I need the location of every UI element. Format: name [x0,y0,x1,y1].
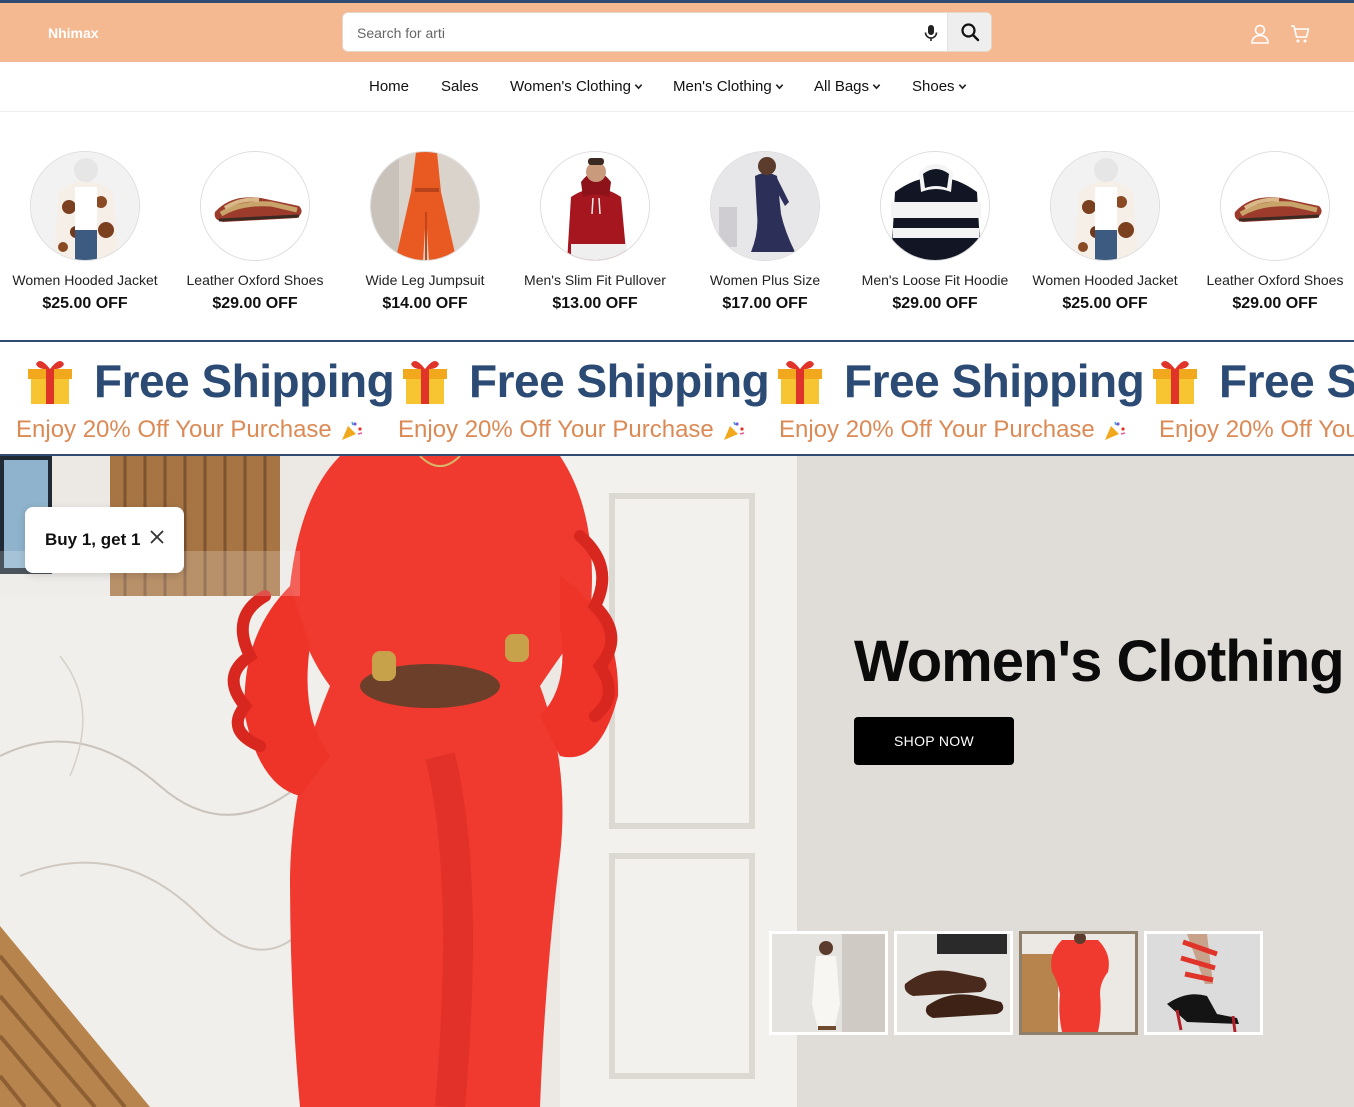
nav-womens-clothing[interactable]: Women's Clothing [510,78,643,95]
hero-thumbnail[interactable] [1144,931,1263,1035]
category-price: $29.00 OFF [892,295,978,312]
category-name: Wide Leg Jumpsuit [365,272,485,288]
promo-subtitle-text: Enjoy 20% Off Your Purchase [779,416,1095,443]
category-image[interactable] [370,151,480,261]
promo-unit: Free Shipping Enjoy 20% Off Your Purchas… [1141,342,1354,454]
nav-label: All Bags [814,78,870,95]
category-image[interactable] [880,151,990,261]
category-price: $25.00 OFF [1062,295,1148,312]
promo-unit: Free Shipping Enjoy 20% Off Your Purchas… [16,342,395,454]
category-item[interactable]: Women Hooded Jacket $25.00 OFF [1020,151,1190,313]
nav-label: Sales [441,78,479,95]
category-price: $17.00 OFF [722,295,808,312]
party-popper-icon [1104,421,1125,440]
party-popper-icon [341,421,362,440]
category-name: Men's Slim Fit Pullover [524,272,666,288]
promo-subtitle: Enjoy 20% Off Your Purchase [398,416,746,444]
promo-unit: Free Shipping Enjoy 20% Off Your Purchas… [391,342,770,454]
category-price: $14.00 OFF [382,295,468,312]
category-image[interactable] [30,151,140,261]
category-item[interactable]: Wide Leg Jumpsuit $14.00 OFF [340,151,510,313]
category-name: Leather Oxford Shoes [1206,272,1344,288]
category-image[interactable] [1050,151,1160,261]
gift-icon [1153,360,1197,404]
category-price: $25.00 OFF [42,295,128,312]
category-item[interactable]: Leather Oxford Shoes $29.00 OFF [170,151,340,313]
promo-marquee: Free Shipping Enjoy 20% Off Your Purchas… [0,340,1354,456]
category-item[interactable]: Women Hooded Jacket $25.00 OFF [0,151,170,313]
hero-thumbnail-active[interactable] [1019,931,1138,1035]
nav-label: Women's Clothing [510,78,631,95]
promo-unit: Free Shipping Enjoy 20% Off Your Purchas… [766,342,1145,454]
brand-logo[interactable]: Nhimax [48,25,99,41]
nav-label: Men's Clothing [673,78,772,95]
popup-text: Buy 1, get 1 [45,530,141,549]
search-button[interactable] [947,13,991,51]
promo-title: Free Shipping [844,355,1145,407]
nav-mens-clothing[interactable]: Men's Clothing [673,78,784,95]
category-item[interactable]: Men's Slim Fit Pullover $13.00 OFF [510,151,680,313]
nav-sales[interactable]: Sales [441,78,479,95]
category-item[interactable]: Leather Oxford Shoes $29.00 OFF [1190,151,1354,313]
party-popper-icon [723,421,744,440]
close-icon[interactable] [149,529,165,545]
hero-thumbnail[interactable] [769,931,888,1035]
promo-subtitle: Enjoy 20% Off Your Purchase [779,416,1127,444]
chevron-down-icon [872,84,881,90]
category-image[interactable] [540,151,650,261]
promo-subtitle-text: Enjoy 20% Off Your Purchase [1159,416,1354,443]
gift-icon [28,360,72,404]
promo-popup[interactable]: Buy 1, get 1 [25,507,184,573]
search-icon [960,23,979,42]
hero-thumbnail[interactable] [894,931,1013,1035]
search-input[interactable] [357,22,897,44]
top-header: Nhimax [0,0,1354,62]
category-item[interactable]: Women Plus Size $17.00 OFF [680,151,850,313]
promo-title: Free Shipping [469,355,770,407]
mic-icon[interactable] [921,23,941,43]
main-nav: Home Sales Women's Clothing Men's Clothi… [0,62,1354,112]
promo-subtitle: Enjoy 20% Off Your Purchase [16,416,364,444]
hero-thumbnails [769,931,1269,1035]
category-price: $29.00 OFF [1232,295,1318,312]
shop-now-button[interactable]: SHOP NOW [854,717,1014,765]
category-name: Women Plus Size [709,272,821,288]
user-icon[interactable] [1249,23,1271,45]
category-carousel: Women Hooded Jacket $25.00 OFF Leather O… [0,113,1354,341]
category-name: Women Hooded Jacket [1032,272,1178,288]
category-name: Women Hooded Jacket [12,272,158,288]
category-name: Men's Loose Fit Hoodie [861,272,1009,288]
cart-icon[interactable] [1289,23,1311,45]
chevron-down-icon [634,84,643,90]
nav-label: Shoes [912,78,955,95]
category-image[interactable] [1220,151,1330,261]
hero-title: Women's Clothing [854,629,1345,694]
category-price: $29.00 OFF [212,295,298,312]
category-item[interactable]: Men's Loose Fit Hoodie $29.00 OFF [850,151,1020,313]
category-price: $13.00 OFF [552,295,638,312]
chevron-down-icon [958,84,966,90]
gift-icon [403,360,447,404]
search-bar [342,12,992,52]
hero-banner: Buy 1, get 1 Women's Clothing SHOP NOW [0,456,1354,1107]
category-image[interactable] [710,151,820,261]
category-name: Leather Oxford Shoes [186,272,324,288]
promo-subtitle-text: Enjoy 20% Off Your Purchase [398,416,714,443]
nav-all-bags[interactable]: All Bags [814,78,881,95]
chevron-down-icon [775,84,783,90]
nav-label: Home [369,78,410,95]
promo-subtitle-text: Enjoy 20% Off Your Purchase [16,416,332,443]
promo-title: Free Shipping [94,355,395,407]
nav-home[interactable]: Home [369,78,409,95]
gift-icon [778,360,822,404]
category-image[interactable] [200,151,310,261]
nav-shoes[interactable]: Shoes [912,78,967,95]
promo-subtitle: Enjoy 20% Off Your Purchase [1159,416,1354,444]
promo-title: Free Shipping [1219,355,1354,407]
